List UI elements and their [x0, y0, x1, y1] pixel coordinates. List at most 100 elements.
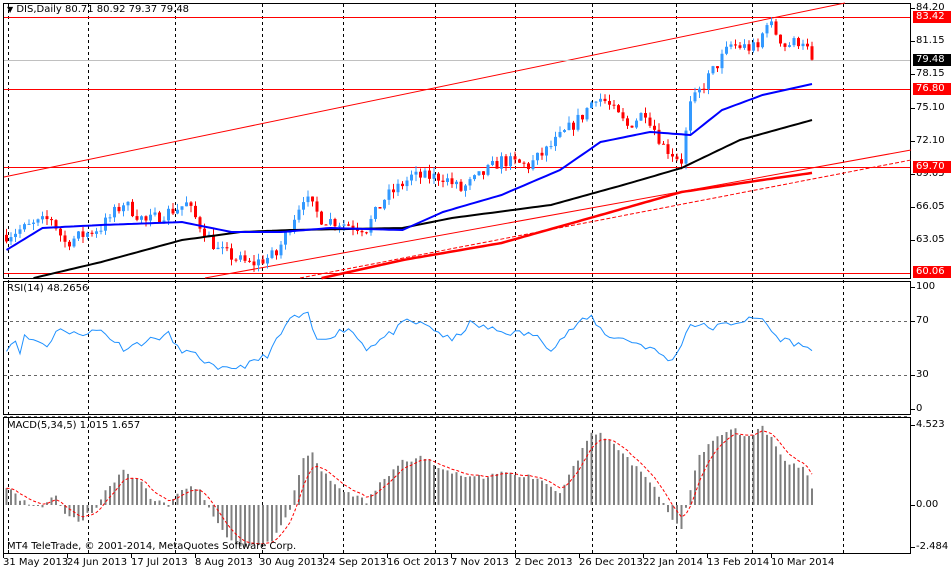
candle	[99, 224, 103, 235]
macd-bar	[203, 500, 206, 505]
candle-body	[108, 217, 112, 219]
candle-body	[243, 255, 247, 261]
macd-bar	[622, 453, 624, 505]
candle-body	[374, 207, 377, 219]
macd-axis-label: 0.00	[916, 499, 939, 510]
candle	[536, 152, 539, 165]
candle-body	[630, 125, 634, 128]
candle	[153, 207, 157, 217]
candle-body	[383, 199, 386, 209]
macd-bar	[541, 480, 543, 505]
macd-bar	[568, 474, 570, 505]
candle-body	[743, 44, 746, 48]
candle-body	[131, 201, 134, 217]
price-axis-label: 78.15	[916, 68, 945, 80]
candle	[671, 148, 674, 162]
candle	[558, 126, 562, 139]
candle-body	[230, 248, 233, 260]
candle-body	[783, 43, 787, 47]
chart-canvas[interactable]	[0, 0, 951, 572]
candle	[410, 170, 413, 186]
macd-bar	[788, 464, 791, 505]
candle-body	[18, 229, 22, 234]
collapse-triangle-icon[interactable]: ▼	[7, 5, 13, 14]
candle	[783, 42, 787, 52]
candle	[189, 201, 193, 213]
macd-bar	[37, 505, 39, 506]
macd-bar	[460, 475, 462, 505]
candle-body	[648, 117, 652, 126]
candle-body	[405, 180, 409, 187]
candle-body	[270, 250, 274, 258]
candle	[549, 140, 553, 150]
candle	[486, 163, 490, 177]
candle	[126, 201, 130, 211]
candle	[725, 41, 728, 56]
candle-body	[45, 216, 49, 220]
candle-body	[113, 206, 116, 218]
lower-channel-trendline[interactable]	[204, 149, 912, 279]
candle	[329, 212, 332, 226]
candle-body	[23, 224, 26, 230]
time-axis-label: 24 Sep 2013	[323, 557, 387, 568]
macd-bar	[739, 434, 741, 505]
candle-body	[522, 162, 526, 164]
candle-body	[221, 247, 224, 249]
macd-bar	[131, 478, 134, 505]
candle	[23, 222, 26, 232]
candle-body	[302, 202, 305, 210]
candle-body	[198, 217, 202, 229]
macd-bar	[554, 491, 557, 505]
macd-bar	[109, 486, 111, 505]
candle	[540, 147, 544, 160]
candle	[270, 247, 274, 260]
candle	[459, 179, 463, 193]
candle	[792, 36, 796, 48]
candle-body	[572, 122, 575, 130]
macd-bar	[482, 478, 485, 505]
macd-bar	[410, 461, 413, 505]
macd-bar	[5, 488, 8, 505]
macd-bar	[559, 493, 561, 505]
macd-bar	[14, 493, 17, 505]
candle-body	[306, 196, 310, 203]
candle	[545, 145, 548, 162]
macd-bar	[433, 465, 435, 505]
time-axis-label: 24 Jun 2013	[67, 557, 128, 568]
lower-channel-dashed-trendline[interactable]	[299, 159, 912, 279]
candle-body	[441, 180, 445, 182]
macd-bar	[406, 461, 408, 505]
candle	[617, 104, 620, 113]
candle	[41, 211, 44, 224]
macd-bar	[649, 482, 651, 505]
candle	[320, 210, 323, 226]
macd-bar	[122, 469, 125, 505]
candle	[581, 114, 584, 123]
candle-body	[176, 209, 179, 214]
candle-body	[59, 228, 62, 236]
candle-body	[765, 25, 769, 34]
candle	[464, 183, 467, 197]
candle-body	[662, 143, 665, 145]
candle-body	[167, 208, 170, 221]
macd-bar	[302, 458, 305, 505]
candle-body	[419, 171, 422, 178]
candle	[419, 168, 422, 184]
candle-body	[725, 46, 728, 54]
macd-bar	[613, 443, 615, 505]
copyright-text: MT4 TeleTrade, © 2001-2014, MetaQuotes S…	[7, 541, 297, 552]
macd-bar	[352, 496, 354, 505]
candle	[140, 215, 143, 223]
candle	[711, 65, 715, 75]
macd-bar	[766, 434, 768, 505]
macd-bar	[802, 466, 804, 505]
candle-body	[495, 161, 499, 169]
macd-bar	[185, 488, 188, 505]
candle-body	[450, 178, 454, 185]
candle	[468, 176, 472, 190]
candle	[747, 40, 751, 55]
macd-bar	[545, 483, 548, 505]
candle-body	[257, 259, 260, 266]
horizontal-levels[interactable]	[4, 17, 910, 274]
candle-body	[698, 88, 701, 93]
